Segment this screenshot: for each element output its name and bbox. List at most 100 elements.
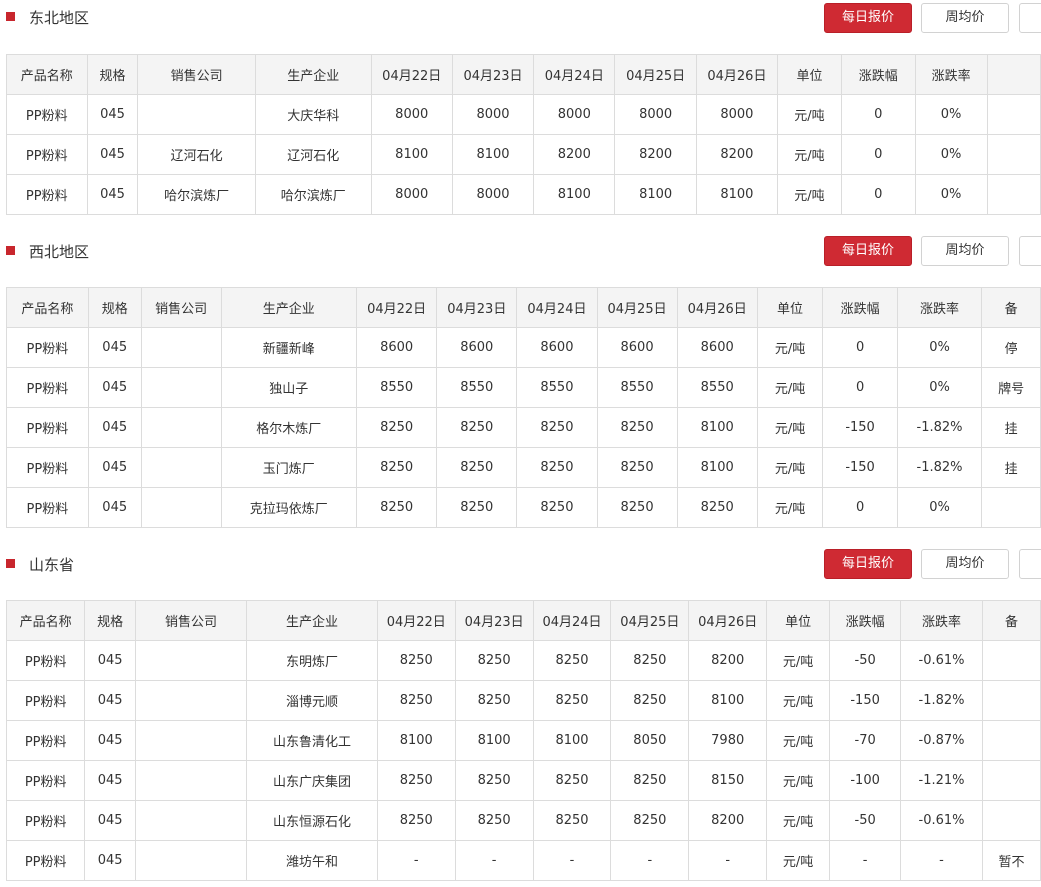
price-table: 产品名称 规格 销售公司 生产企业 04月22日 04月23日 04月24日 04月25日 04… [6, 54, 1041, 215]
table-cell: 045 [87, 487, 142, 528]
product-link[interactable]: PP粉料 [6, 800, 86, 841]
price-table: 产品名称 规格 销售公司 生产企业 04月22日 04月23日 04月24日 04月25日 04… [6, 287, 1041, 528]
column-header: 04月22日 [356, 287, 438, 328]
table-cell: 8000 [695, 94, 779, 135]
table-cell: 淄博元顺 [246, 680, 378, 721]
more-button[interactable] [1019, 549, 1041, 579]
product-link[interactable]: PP粉料 [6, 760, 86, 801]
product-link[interactable]: PP粉料 [6, 367, 89, 408]
table-cell: 元/吨 [766, 680, 831, 721]
table-row: PP粉料 045 山东恒源石化 8250 8250 8250 8250 8200 元/吨 -50-… [6, 800, 1041, 841]
table-cell: 8250 [376, 760, 456, 801]
price-table: 产品名称 规格 销售公司 生产企业 04月22日 04月23日 04月24日 04月25日 04… [6, 600, 1041, 881]
table-cell: - [532, 840, 612, 881]
product-link[interactable]: PP粉料 [6, 94, 88, 135]
table-cell: 8250 [532, 640, 612, 681]
table-cell: 045 [86, 134, 139, 175]
table-cell [981, 800, 1041, 841]
table-cell: 8100 [532, 720, 612, 761]
table-cell: 元/吨 [766, 640, 831, 681]
table-cell: -50 [829, 800, 902, 841]
table-cell [981, 487, 1041, 528]
section-marker-icon [6, 246, 15, 255]
more-button[interactable] [1019, 3, 1041, 33]
table-cell: - [454, 840, 534, 881]
table-cell: 8600 [676, 327, 758, 368]
price-table-wrap: 产品名称 规格 销售公司 生产企业 04月22日 04月23日 04月24日 04月25日 04… [6, 600, 1041, 887]
product-link[interactable]: PP粉料 [6, 680, 86, 721]
table-cell: - [688, 840, 768, 881]
section-title: 山东省 [6, 553, 74, 577]
weekly-avg-button[interactable]: 周均价 [921, 3, 1009, 33]
column-header: 单位 [777, 54, 842, 95]
table-cell: 8600 [596, 327, 678, 368]
table-cell: 0% [896, 487, 983, 528]
column-header: 产品名称 [6, 54, 88, 95]
product-link[interactable]: PP粉料 [6, 720, 86, 761]
column-header: 04月22日 [370, 54, 453, 95]
table-cell: 8250 [454, 680, 534, 721]
product-link[interactable]: PP粉料 [6, 327, 89, 368]
column-header: 涨跌幅 [829, 600, 902, 641]
table-cell: 8100 [533, 174, 616, 215]
column-header: 销售公司 [134, 600, 248, 641]
table-cell: 8250 [376, 640, 456, 681]
table-cell: 哈尔滨炼厂 [254, 174, 372, 215]
column-header: 单位 [766, 600, 831, 641]
column-header: 04月25日 [596, 287, 678, 328]
column-header: 规格 [87, 287, 142, 328]
table-row: PP粉料 045 独山子 8550 8550 8550 8550 8550 元/吨 0 0% 牌号 [6, 367, 1041, 408]
column-header: 涨跌率 [900, 600, 983, 641]
product-link[interactable]: PP粉料 [6, 487, 89, 528]
table-cell: 元/吨 [777, 134, 842, 175]
table-cell: 8250 [376, 680, 456, 721]
table-cell: 8000 [533, 94, 616, 135]
product-link[interactable]: PP粉料 [6, 134, 88, 175]
table-cell: 8100 [676, 447, 758, 488]
column-header: 04月24日 [532, 600, 612, 641]
more-button[interactable] [1019, 236, 1041, 266]
table-cell [140, 487, 222, 528]
weekly-avg-button[interactable]: 周均价 [921, 549, 1009, 579]
table-cell: 8600 [436, 327, 518, 368]
product-link[interactable]: PP粉料 [6, 174, 88, 215]
table-cell: -1.21% [900, 760, 983, 801]
column-header: 涨跌幅 [822, 287, 898, 328]
table-cell: 8100 [376, 720, 456, 761]
column-header: 规格 [86, 54, 139, 95]
section-marker-icon [6, 12, 15, 21]
daily-price-button[interactable]: 每日报价 [824, 236, 912, 266]
table-cell: 045 [86, 94, 139, 135]
table-cell: -0.87% [900, 720, 983, 761]
weekly-avg-button[interactable]: 周均价 [921, 236, 1009, 266]
price-table-wrap: 产品名称 规格 销售公司 生产企业 04月22日 04月23日 04月24日 04月25日 04… [6, 287, 1041, 529]
product-link[interactable]: PP粉料 [6, 407, 89, 448]
table-cell: 新疆新峰 [220, 327, 358, 368]
product-link[interactable]: PP粉料 [6, 840, 86, 881]
table-cell: 大庆华科 [254, 94, 372, 135]
table-cell: 8250 [356, 487, 438, 528]
table-cell [986, 94, 1041, 135]
product-link[interactable]: PP粉料 [6, 640, 86, 681]
table-cell: 8250 [454, 640, 534, 681]
table-cell: 045 [84, 680, 136, 721]
table-cell: 045 [87, 367, 142, 408]
table-cell: 8250 [516, 447, 598, 488]
product-link[interactable]: PP粉料 [6, 447, 89, 488]
table-cell: - [376, 840, 456, 881]
column-header: 04月22日 [376, 600, 456, 641]
table-cell: 停 [981, 327, 1041, 368]
table-cell: 0% [896, 367, 983, 408]
daily-price-button[interactable]: 每日报价 [824, 3, 912, 33]
table-cell: 8200 [614, 134, 697, 175]
table-cell: - [610, 840, 690, 881]
column-header: 04月26日 [676, 287, 758, 328]
column-header: 涨跌率 [914, 54, 988, 95]
table-cell: 8100 [695, 174, 779, 215]
table-cell: 元/吨 [756, 367, 824, 408]
table-row: PP粉料 045 格尔木炼厂 8250 8250 8250 8250 8100 元/吨 -150-… [6, 407, 1041, 448]
table-cell: 暂不 [981, 840, 1041, 881]
daily-price-button[interactable]: 每日报价 [824, 549, 912, 579]
table-row: PP粉料 045 潍坊午和 - - - - - 元/吨 - - 暂不 [6, 840, 1041, 881]
table-cell: -0.61% [900, 800, 983, 841]
